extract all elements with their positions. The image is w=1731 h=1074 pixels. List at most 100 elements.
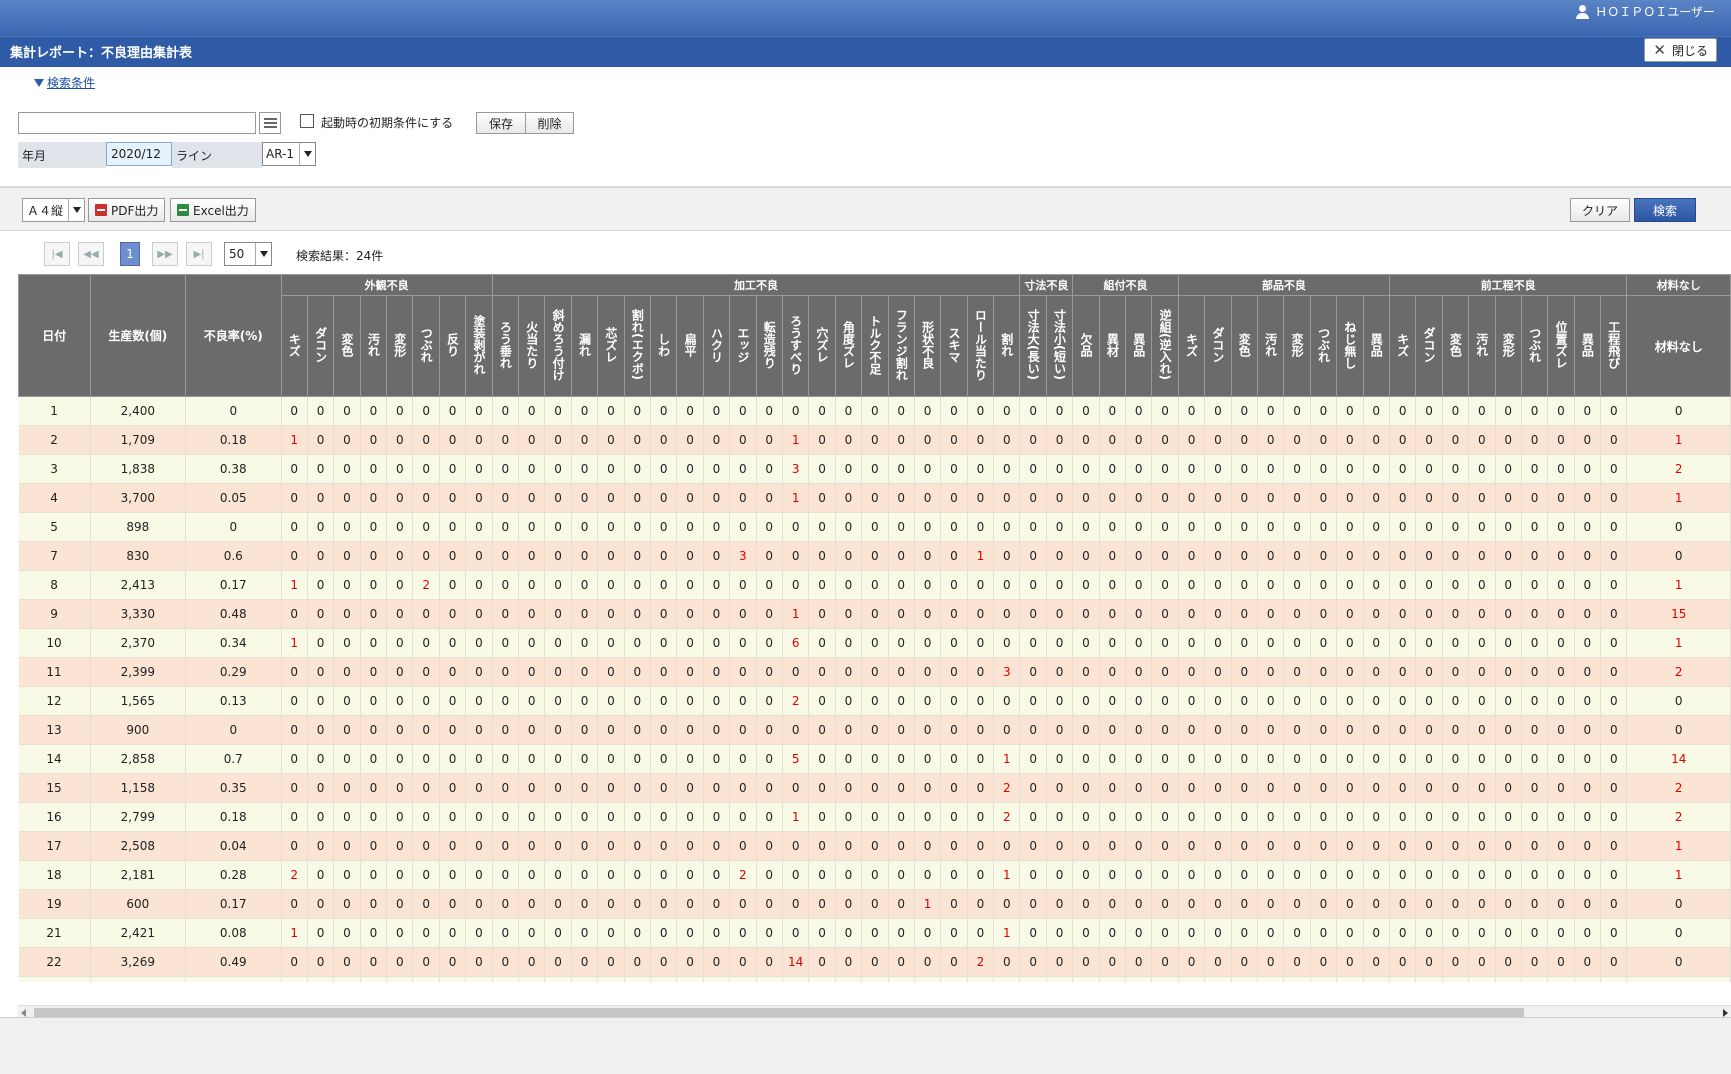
paper-size-select[interactable]: Ａ４縦 — [22, 198, 85, 222]
month-input[interactable]: 2020/12 — [106, 142, 172, 166]
delete-button[interactable]: 削除 — [525, 112, 574, 134]
cell-count: 0 — [1468, 454, 1496, 484]
pdf-export-button[interactable]: PDF出力 — [88, 198, 166, 222]
cell-count: 0 — [940, 947, 968, 977]
cell-count: 0 — [1125, 744, 1153, 774]
user-menu[interactable]: ＨＯＩＰＯＩユーザー — [1576, 3, 1715, 20]
cell-count: 0 — [281, 715, 308, 745]
cell-count: 0 — [861, 657, 889, 687]
saved-condition-input[interactable] — [18, 112, 256, 134]
cell-count: 0 — [1442, 976, 1470, 982]
cell-count: 0 — [835, 976, 863, 982]
cell-count: 1 — [1626, 570, 1731, 600]
cell-count: 0 — [1178, 831, 1206, 861]
cell-count: 0 — [1468, 512, 1496, 542]
table-row[interactable]: 7 830 0.6 0 0 0 0 0 0 0 0 0 0 0 0 0 0 0 0 0 3 0 0 0 0 0 0 0 0 1 0 0 0 0 0 0… — [18, 541, 1731, 571]
cell-count: 0 — [1125, 773, 1153, 803]
table-row[interactable]: 1 2,400 0 0 0 0 0 0 0 0 0 0 0 0 0 0 0 0 0 0 0 0 0 0 0 0 0 0 0 0 0 0 0 0 0 0… — [18, 396, 1731, 426]
save-button[interactable]: 保存 — [476, 112, 526, 134]
cell-count: 0 — [650, 570, 678, 600]
cell-count: 0 — [1046, 831, 1074, 861]
search-button[interactable]: 検索 — [1634, 198, 1696, 222]
table-row[interactable]: 4 3,700 0.05 0 0 0 0 0 0 0 0 0 0 0 0 0 0 0 0 0 0 0 1 0 0 0 0 0 0 0 0 0 0… — [18, 483, 1731, 513]
table-row[interactable]: 19 600 0.17 0 0 0 0 0 0 0 0 0 0 0 0 0 0 0 0 0 0 0 0 0 0 0 0 1 0 0 0 0 0 0… — [18, 889, 1731, 919]
cell-count: 0 — [412, 918, 440, 948]
cell-count: 0 — [360, 454, 388, 484]
scroll-left-icon[interactable] — [21, 1009, 26, 1017]
table-row[interactable]: 14 2,858 0.7 0 0 0 0 0 0 0 0 0 0 0 0 0 0 0 0 0 0 0 5 0 0 0 0 0 0 0 1 0 0… — [18, 744, 1731, 774]
cell-count: 0 — [518, 831, 546, 861]
table-row[interactable]: 12 1,565 0.13 0 0 0 0 0 0 0 0 0 0 0 0 0 0 0 0 0 0 0 2 0 0 0 0 0 0 0 0 0… — [18, 686, 1731, 716]
search-conditions-toggle[interactable]: 検索条件 — [34, 74, 95, 91]
condition-list-button[interactable] — [259, 112, 281, 134]
next-page-button[interactable]: ▶▶ — [152, 242, 178, 266]
cell-count: 0 — [1626, 889, 1731, 919]
cell-count: 0 — [861, 483, 889, 513]
first-page-button[interactable]: |◀ — [44, 242, 70, 266]
cell-count: 0 — [914, 512, 942, 542]
table-row[interactable]: 15 1,158 0.35 0 0 0 0 0 0 0 0 0 0 0 0 0 0 0 0 0 0 0 0 0 0 0 0 0 0 0 2 0… — [18, 773, 1731, 803]
category-header: しわ — [649, 295, 678, 397]
cell-count: 0 — [624, 918, 651, 948]
cell-count: 0 — [1099, 425, 1127, 455]
cell-count: 0 — [1072, 802, 1100, 832]
close-button[interactable]: ✕ 閉じる — [1644, 38, 1717, 62]
cell-count: 0 — [386, 744, 414, 774]
table-row[interactable]: 13 900 0 0 0 0 0 0 0 0 0 0 0 0 0 0 0 0 0 0 0 0 0 0 0 0 0 0 0 0 0 0 0 0 0 0 0… — [18, 715, 1731, 745]
cell-count: 1 — [993, 860, 1021, 890]
cell-count: 0 — [861, 918, 889, 948]
cell-count: 0 — [1442, 715, 1470, 745]
table-row[interactable]: 11 2,399 0.29 0 0 0 0 0 0 0 0 0 0 0 0 0 0 0 0 0 0 0 0 0 0 0 0 0 0 0 3 0… — [18, 657, 1731, 687]
last-page-button[interactable]: ▶| — [186, 242, 212, 266]
table-row[interactable]: 10 2,370 0.34 1 0 0 0 0 0 0 0 0 0 0 0 0 0 0 0 0 0 0 6 0 0 0 0 0 0 0 0 0… — [18, 628, 1731, 658]
cell-count: 0 — [571, 976, 599, 982]
cell-count: 0 — [729, 396, 757, 426]
table-row[interactable]: 18 2,181 0.28 2 0 0 0 0 0 0 0 0 0 0 0 0 0 0 0 0 2 0 0 0 0 0 0 0 0 0 1 0… — [18, 860, 1731, 890]
default-condition-checkbox[interactable] — [300, 114, 314, 128]
scroll-thumb[interactable] — [34, 1008, 1524, 1017]
page-size-select[interactable]: 50 — [224, 242, 272, 266]
cell-count: 0 — [281, 657, 308, 687]
table-row[interactable]: 5 898 0 0 0 0 0 0 0 0 0 0 0 0 0 0 0 0 0 0 0 0 0 0 0 0 0 0 0 0 0 0 0 0 0 0 0 0… — [18, 512, 1731, 542]
cell-qty: 2,370 — [90, 628, 187, 658]
cell-count: 0 — [1204, 976, 1232, 982]
cell-count: 0 — [571, 628, 599, 658]
line-select[interactable]: AR-1 — [262, 142, 316, 166]
table-row[interactable]: 8 2,413 0.17 1 0 0 0 0 2 0 0 0 0 0 0 0 0 0 0 0 0 0 0 0 0 0 0 0 0 0 0 0 0… — [18, 570, 1731, 600]
table-row[interactable]: 2 1,709 0.18 1 0 0 0 0 0 0 0 0 0 0 0 0 0 0 0 0 0 0 1 0 0 0 0 0 0 0 0 0 0… — [18, 425, 1731, 455]
cell-count: 0 — [1204, 512, 1232, 542]
excel-export-button[interactable]: Excel出力 — [170, 198, 256, 222]
table-row[interactable]: 9 3,330 0.48 0 0 0 0 0 0 0 0 0 0 0 0 0 0 0 0 0 0 0 1 0 0 0 0 0 0 0 0 0 0… — [18, 599, 1731, 629]
cell-count: 2 — [1626, 802, 1731, 832]
category-header-label: 火当たり — [524, 320, 539, 369]
clear-button[interactable]: クリア — [1570, 198, 1630, 222]
cell-count: 0 — [1019, 570, 1047, 600]
cell-count: 0 — [888, 599, 915, 629]
cell-count: 0 — [544, 425, 572, 455]
cell-count: 0 — [544, 628, 572, 658]
table-row[interactable]: 22 3,269 0.49 0 0 0 0 0 0 0 0 0 0 0 0 0 0 0 0 0 0 0 14 0 0 0 0 0 0 2 0… — [18, 947, 1731, 977]
cell-count: 0 — [1125, 541, 1153, 571]
cell-count: 0 — [676, 715, 704, 745]
prev-page-button[interactable]: ◀◀ — [78, 242, 104, 266]
table-row[interactable]: 17 2,508 0.04 0 0 0 0 0 0 0 0 0 0 0 0 0 0 0 0 0 0 0 0 0 0 0 0 0 0 0 0 0… — [18, 831, 1731, 861]
table-row[interactable]: 16 2,799 0.18 0 0 0 0 0 0 0 0 0 0 0 0 0 0 0 0 0 0 0 1 0 0 0 0 0 0 0 2 0… — [18, 802, 1731, 832]
table-row[interactable]: 3 1,838 0.38 0 0 0 0 0 0 0 0 0 0 0 0 0 0 0 0 0 0 0 3 0 0 0 0 0 0 0 0 0 0… — [18, 454, 1731, 484]
cell-count: 0 — [676, 425, 704, 455]
category-header-label: フランジ割れ — [894, 308, 909, 381]
cell-count: 1 — [782, 802, 810, 832]
cell-count: 0 — [703, 686, 731, 716]
cell-count: 0 — [597, 831, 625, 861]
table-row[interactable]: 21 2,421 0.08 1 0 0 0 0 0 0 0 0 0 0 0 0 0 0 0 0 0 0 0 0 0 0 0 0 0 0 1 0… — [18, 918, 1731, 948]
cell-count: 0 — [1468, 396, 1496, 426]
report-grid[interactable]: 日付 生産数(個) 不良率(%) 外観不良 加工不良 寸法不良 組付不良 部品不良 前工程不良材… — [18, 274, 1731, 982]
page-number-button[interactable]: 1 — [120, 242, 140, 266]
cell-count: 0 — [1046, 425, 1074, 455]
category-header-label: 割れ — [999, 332, 1014, 357]
cell-count: 0 — [1310, 686, 1338, 716]
cell-count: 0 — [1046, 976, 1074, 982]
cell-count: 0 — [676, 744, 704, 774]
scroll-right-icon[interactable] — [1723, 1009, 1728, 1017]
table-row[interactable]: 232,6700.4100000000000000000500000000220… — [18, 976, 1731, 982]
category-header-label: キズ — [1395, 332, 1410, 357]
